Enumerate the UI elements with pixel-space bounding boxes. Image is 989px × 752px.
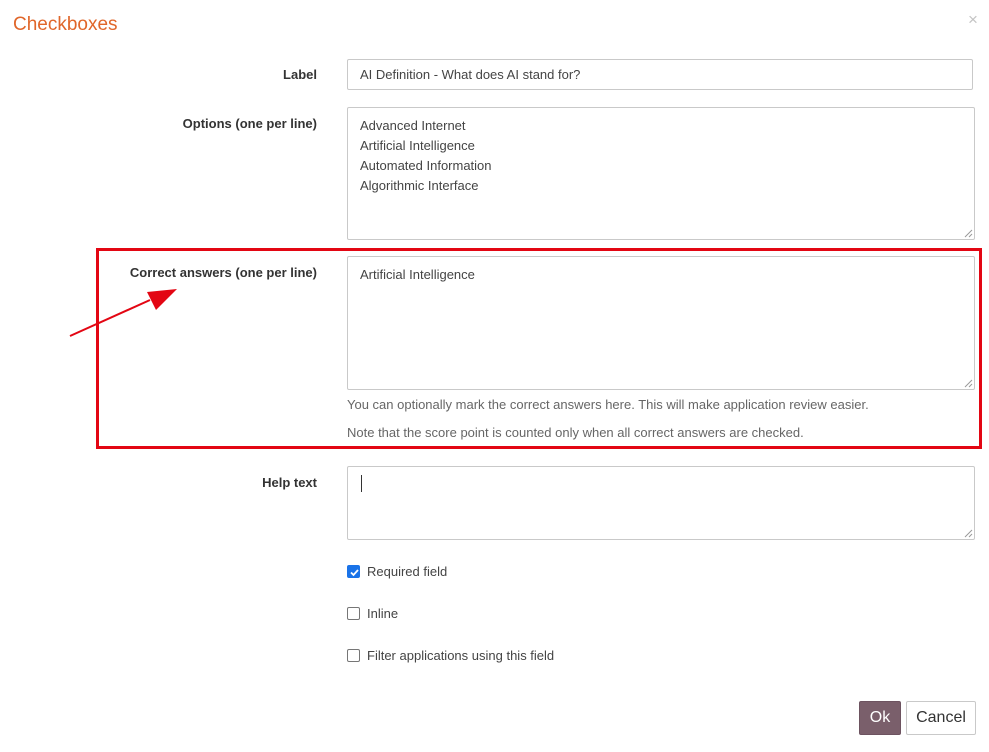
label-input[interactable]: AI Definition - What does AI stand for?	[347, 59, 973, 90]
correct-answers-field-label: Correct answers (one per line)	[129, 265, 317, 280]
correct-answers-hint: You can optionally mark the correct answ…	[347, 397, 869, 412]
cancel-button[interactable]: Cancel	[906, 701, 976, 735]
text-cursor	[361, 475, 362, 492]
options-line: Artificial Intelligence	[360, 138, 475, 153]
checkmark-icon	[350, 569, 359, 577]
required-field-option[interactable]: Required field	[347, 564, 447, 579]
correct-answer-line: Artificial Intelligence	[360, 267, 475, 282]
filter-applications-option[interactable]: Filter applications using this field	[347, 648, 554, 663]
required-field-checkbox[interactable]	[347, 565, 360, 578]
inline-label: Inline	[367, 606, 399, 621]
resize-handle-icon[interactable]	[964, 529, 973, 538]
options-line: Advanced Internet	[360, 118, 466, 133]
inline-checkbox[interactable]	[347, 607, 360, 620]
resize-handle-icon[interactable]	[964, 229, 973, 238]
options-textarea[interactable]: Advanced Internet Artificial Intelligenc…	[347, 107, 975, 240]
inline-option[interactable]: Inline	[347, 606, 398, 621]
help-text-field-label: Help text	[262, 475, 317, 490]
dialog-title: Checkboxes	[13, 14, 118, 35]
score-note-hint: Note that the score point is counted onl…	[347, 425, 804, 440]
options-field-label: Options (one per line)	[182, 116, 317, 131]
resize-handle-icon[interactable]	[964, 379, 973, 388]
filter-applications-label: Filter applications using this field	[367, 648, 555, 663]
required-field-label: Required field	[367, 564, 448, 579]
label-field-label: Label	[283, 67, 317, 82]
ok-button[interactable]: Ok	[859, 701, 901, 735]
help-text-textarea[interactable]	[347, 466, 975, 540]
correct-answers-textarea[interactable]: Artificial Intelligence	[347, 256, 975, 390]
options-line: Algorithmic Interface	[360, 178, 479, 193]
close-icon[interactable]: ×	[968, 11, 978, 28]
options-line: Automated Information	[360, 158, 492, 173]
filter-applications-checkbox[interactable]	[347, 649, 360, 662]
